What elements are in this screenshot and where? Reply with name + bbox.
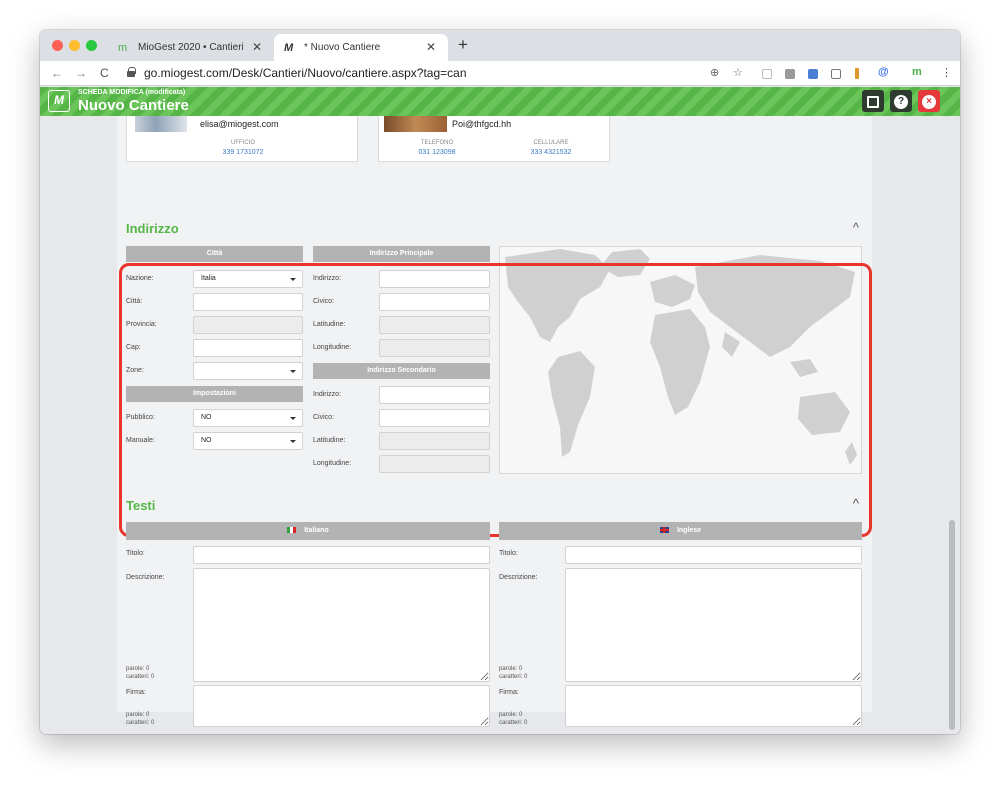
contact-email[interactable]: Poi@thfgcd.hh bbox=[452, 119, 511, 129]
field-label: Descrizione: bbox=[126, 574, 165, 581]
bookmark-star-icon[interactable]: ☆ bbox=[733, 66, 743, 79]
word-count: parole: 0 caratteri: 0 bbox=[499, 665, 527, 681]
caratteri-count: caratteri: 0 bbox=[126, 674, 155, 680]
field-label: Firma: bbox=[126, 689, 146, 696]
lock-icon bbox=[127, 67, 136, 77]
collapse-chevron-icon[interactable]: ^ bbox=[853, 220, 859, 235]
contact-label-telefono: TELEFONO bbox=[420, 140, 454, 146]
record-status: SCHEDA MODIFICA (modificata) bbox=[78, 89, 186, 96]
titolo-en-input[interactable] bbox=[565, 546, 862, 564]
close-button[interactable]: × bbox=[918, 90, 940, 112]
nuovo-cantiere-icon: M bbox=[284, 41, 294, 54]
caratteri-count: caratteri: 0 bbox=[126, 720, 155, 726]
italiano-header: Italiano bbox=[126, 522, 490, 540]
inglese-header: Inglese bbox=[499, 522, 862, 540]
collapse-chevron-icon[interactable]: ^ bbox=[853, 496, 859, 511]
miogest-icon: m bbox=[118, 41, 128, 54]
tab-title: * Nuovo Cantiere bbox=[304, 42, 381, 53]
forward-icon[interactable]: → bbox=[75, 66, 87, 80]
menu-icon[interactable]: ⋮ bbox=[941, 66, 952, 79]
titolo-it-input[interactable] bbox=[193, 546, 490, 564]
field-label: Titolo: bbox=[499, 550, 518, 557]
extension-icon[interactable] bbox=[808, 69, 818, 79]
contact-mobile[interactable]: 333 4321532 bbox=[501, 149, 601, 156]
section-title: Indirizzo bbox=[126, 221, 179, 236]
back-icon[interactable]: ← bbox=[51, 66, 63, 80]
contact-phone[interactable]: 339 1731072 bbox=[127, 149, 359, 156]
contact-label-ufficio: UFFICIO bbox=[231, 140, 255, 146]
close-icon: × bbox=[922, 94, 936, 109]
app-header: M SCHEDA MODIFICA (modificata) Nuovo Can… bbox=[40, 87, 960, 116]
testi-section: Testi ^ Italiano Titolo: Descrizione: pa… bbox=[117, 490, 872, 727]
vertical-scrollbar[interactable] bbox=[949, 520, 955, 730]
firma-it-textarea[interactable] bbox=[193, 685, 490, 727]
caratteri-count: caratteri: 0 bbox=[499, 674, 528, 680]
extension-icon[interactable] bbox=[831, 69, 841, 79]
flag-uk-icon bbox=[659, 527, 669, 534]
indirizzo-principale-header: Indirizzo Principale bbox=[313, 246, 490, 262]
field-label: Descrizione: bbox=[499, 574, 538, 581]
tab-close-icon[interactable]: ✕ bbox=[426, 40, 436, 54]
tab-title: MioGest 2020 • Cantieri bbox=[138, 42, 244, 53]
parole-count: parole: 0 bbox=[126, 666, 150, 672]
browser-window: m MioGest 2020 • Cantieri ✕ M * Nuovo Ca… bbox=[40, 30, 960, 734]
caratteri-count: caratteri: 0 bbox=[499, 720, 528, 726]
help-icon: ? bbox=[894, 94, 908, 109]
word-count: parole: 0 caratteri: 0 bbox=[126, 665, 154, 681]
tab-strip: m MioGest 2020 • Cantieri ✕ M * Nuovo Ca… bbox=[40, 30, 960, 61]
flag-italy-icon bbox=[287, 527, 297, 534]
parole-count: parole: 0 bbox=[499, 712, 523, 718]
contact-photo bbox=[135, 116, 187, 132]
field-label: Firma: bbox=[499, 689, 519, 696]
contact-card: elisa@miogest.com UFFICIO 339 1731072 bbox=[126, 116, 358, 162]
contact-phone[interactable]: 031 123098 bbox=[387, 149, 487, 156]
word-count: parole: 0 caratteri: 0 bbox=[126, 711, 154, 727]
contact-label-cellulare: CELLULARE bbox=[533, 140, 569, 146]
window-minimize-button[interactable] bbox=[69, 40, 80, 51]
address-bar-row: ← → C go.miogest.com/Desk/Cantieri/Nuovo… bbox=[40, 61, 960, 86]
language-name: Inglese bbox=[676, 527, 702, 534]
language-name: Italiano bbox=[304, 527, 329, 534]
zoom-icon[interactable]: ⊕ bbox=[710, 66, 719, 79]
miogest-extension-icon[interactable]: m bbox=[912, 66, 922, 78]
help-button[interactable]: ? bbox=[890, 90, 912, 112]
extension-icon[interactable] bbox=[855, 68, 859, 79]
window-close-button[interactable] bbox=[52, 40, 63, 51]
descrizione-it-textarea[interactable] bbox=[193, 568, 490, 682]
window-zoom-button[interactable] bbox=[86, 40, 97, 51]
save-button[interactable] bbox=[862, 90, 884, 112]
extension-icon[interactable] bbox=[785, 69, 795, 79]
reload-icon[interactable]: C bbox=[100, 66, 109, 80]
field-label: Titolo: bbox=[126, 550, 145, 557]
page-content: elisa@miogest.com UFFICIO 339 1731072 Po… bbox=[40, 116, 960, 734]
miogest-logo-icon[interactable]: M bbox=[48, 90, 70, 112]
contact-email[interactable]: elisa@miogest.com bbox=[200, 119, 279, 129]
floppy-disk-icon bbox=[867, 95, 879, 108]
contact-photo bbox=[384, 116, 447, 132]
parole-count: parole: 0 bbox=[499, 666, 523, 672]
word-count: parole: 0 caratteri: 0 bbox=[499, 711, 527, 727]
extension-icon[interactable] bbox=[762, 69, 772, 79]
account-icon[interactable]: @ bbox=[878, 66, 889, 78]
tab-nuovo-cantiere[interactable]: M * Nuovo Cantiere ✕ bbox=[274, 34, 448, 61]
tab-close-icon[interactable]: ✕ bbox=[252, 40, 262, 54]
firma-en-textarea[interactable] bbox=[565, 685, 862, 727]
descrizione-en-textarea[interactable] bbox=[565, 568, 862, 682]
citta-header: Città bbox=[126, 246, 303, 262]
parole-count: parole: 0 bbox=[126, 712, 150, 718]
page-title: Nuovo Cantiere bbox=[78, 97, 189, 114]
contact-card: Poi@thfgcd.hh TELEFONO 031 123098 CELLUL… bbox=[378, 116, 610, 162]
section-title: Testi bbox=[126, 498, 156, 513]
new-tab-button[interactable]: + bbox=[458, 35, 468, 55]
url-field[interactable]: go.miogest.com/Desk/Cantieri/Nuovo/canti… bbox=[144, 66, 467, 80]
tab-miogest-cantieri[interactable]: m MioGest 2020 • Cantieri ✕ bbox=[106, 34, 274, 61]
